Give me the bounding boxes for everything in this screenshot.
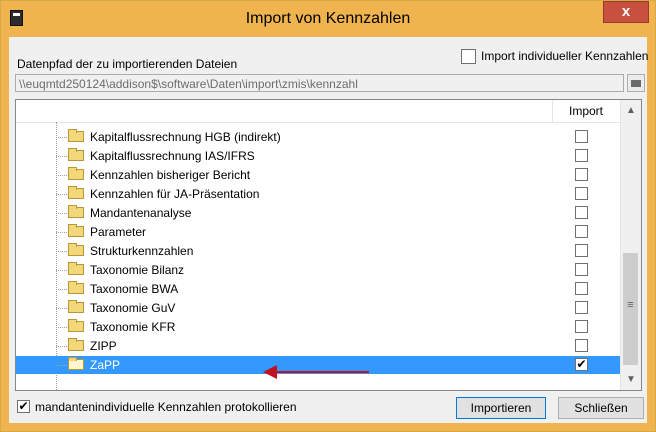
import-button[interactable]: Importieren	[456, 397, 546, 419]
import-dialog: Import von Kennzahlen x Datenpfad der zu…	[0, 0, 656, 432]
folder-icon	[68, 224, 84, 237]
import-checkbox[interactable]	[575, 225, 588, 238]
import-checkbox[interactable]	[575, 244, 588, 257]
folder-icon	[68, 129, 84, 142]
individual-import-checkbox[interactable]	[461, 49, 476, 64]
scroll-up-arrow-icon[interactable]: ▲	[621, 102, 641, 119]
tree-row-label: Taxonomie GuV	[90, 301, 176, 315]
close-window-button[interactable]: x	[603, 1, 649, 23]
tree-row[interactable]: Strukturkennzahlen	[16, 242, 620, 260]
tree-row[interactable]: Taxonomie Bilanz	[16, 261, 620, 279]
tree-row[interactable]: Kapitalflussrechnung IAS/IFRS	[16, 147, 620, 165]
tree-row-label: Taxonomie BWA	[90, 282, 179, 296]
vertical-scrollbar[interactable]: ▲ ≡ ▼	[620, 100, 641, 390]
import-checkbox[interactable]	[575, 206, 588, 219]
folder-icon	[68, 319, 84, 332]
close-button[interactable]: Schließen	[558, 397, 644, 419]
tree-row-label: Kapitalflussrechnung HGB (indirekt)	[90, 130, 281, 144]
path-label: Datenpfad der zu importierenden Dateien	[17, 57, 238, 71]
log-label[interactable]: mandantenindividuelle Kennzahlen protoko…	[35, 400, 297, 414]
tree-row[interactable]: Taxonomie KFR	[16, 318, 620, 336]
title-bar[interactable]: Import von Kennzahlen x	[1, 1, 655, 37]
folder-icon	[68, 167, 84, 180]
tree-row[interactable]: Mandantenanalyse	[16, 204, 620, 222]
tree-row[interactable]: Kennzahlen für JA-Präsentation	[16, 185, 620, 203]
tree-row-label: Kennzahlen bisheriger Bericht	[90, 168, 251, 182]
browse-folder-button[interactable]	[627, 74, 645, 92]
tree-row-label: Mandantenanalyse	[90, 206, 192, 220]
window-title: Import von Kennzahlen	[245, 10, 411, 27]
tree-header: Import	[16, 100, 620, 123]
grip-icon: ≡	[627, 299, 634, 311]
import-checkbox[interactable]	[575, 301, 588, 314]
tree-row-label: Kennzahlen für JA-Präsentation	[90, 187, 260, 201]
import-checkbox[interactable]	[575, 130, 588, 143]
import-checkbox[interactable]	[575, 187, 588, 200]
folder-icon	[68, 243, 84, 256]
tree-row-label: Strukturkennzahlen	[90, 244, 194, 258]
tree-row-label: ZIPP	[90, 339, 117, 353]
column-header-import[interactable]: Import	[552, 104, 620, 118]
tree-row[interactable]: Kapitalflussrechnung HGB (indirekt)	[16, 128, 620, 146]
individual-import-label[interactable]: Import individueller Kennzahlen	[481, 49, 648, 63]
tree-row-label: ZaPP	[90, 358, 121, 372]
import-checkbox[interactable]: ✔	[575, 358, 588, 371]
annotation-arrow	[263, 365, 369, 379]
tree-row-label: Parameter	[90, 225, 147, 239]
folder-icon	[68, 148, 84, 161]
tree-row[interactable]: ZIPP	[16, 337, 620, 355]
import-checkbox[interactable]	[575, 320, 588, 333]
import-checkbox[interactable]	[575, 149, 588, 162]
folder-icon	[68, 186, 84, 199]
tree-row[interactable]: Parameter	[16, 223, 620, 241]
folder-icon	[68, 357, 84, 370]
tree-row-label: Taxonomie Bilanz	[90, 263, 185, 277]
tree-row[interactable]: Kennzahlen bisheriger Bericht	[16, 166, 620, 184]
kennzahlen-tree[interactable]: Import Kapitalflussrechnung HGB (indirek…	[15, 99, 642, 391]
folder-icon	[68, 338, 84, 351]
scroll-down-arrow-icon[interactable]: ▼	[621, 371, 641, 388]
folder-icon	[68, 262, 84, 275]
tree-row[interactable]: Taxonomie GuV	[16, 299, 620, 317]
folder-icon	[68, 281, 84, 294]
tree-row[interactable]: Taxonomie BWA	[16, 280, 620, 298]
tree-row-label: Taxonomie KFR	[90, 320, 176, 334]
folder-open-icon	[631, 80, 641, 87]
dialog-body: Datenpfad der zu importierenden Dateien …	[9, 37, 648, 423]
import-checkbox[interactable]	[575, 339, 588, 352]
folder-icon	[68, 300, 84, 313]
path-field[interactable]: \\euqmtd250124\addison$\software\Daten\i…	[15, 74, 624, 92]
folder-icon	[68, 205, 84, 218]
tree-row-label: Kapitalflussrechnung IAS/IFRS	[90, 149, 255, 163]
scrollbar-thumb[interactable]: ≡	[623, 253, 638, 365]
import-checkbox[interactable]	[575, 282, 588, 295]
log-checkbox[interactable]: ✔	[17, 400, 30, 413]
import-checkbox[interactable]	[575, 168, 588, 181]
import-checkbox[interactable]	[575, 263, 588, 276]
